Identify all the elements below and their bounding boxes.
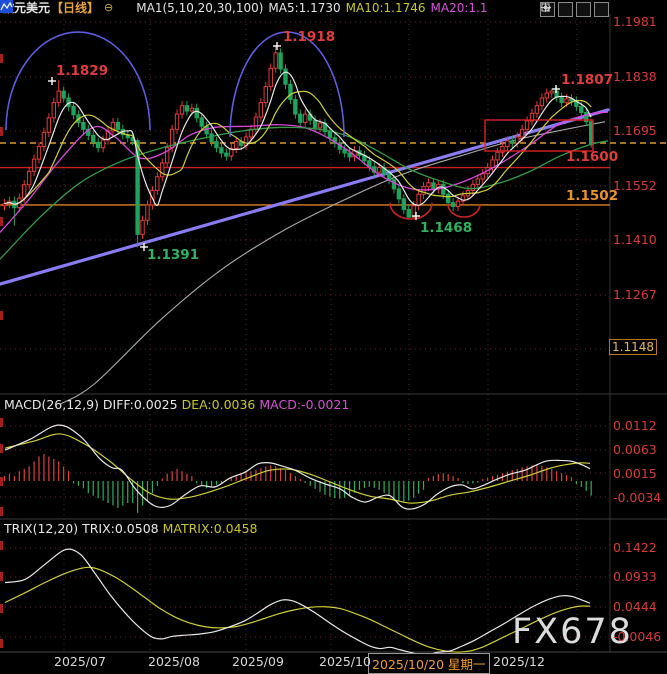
macd-dea-value: DEA:0.0036 [182,397,256,412]
macd-value: MACD:-0.0021 [259,397,349,412]
macd-axis-tick: 0.0015 [613,466,657,481]
price-axis-tick: 1.1410 [613,232,657,247]
trix-axis-tick: -0.0046 [613,629,661,644]
ma100-line [60,122,605,405]
collapse-icon[interactable]: ⊖ [104,1,113,15]
crosshair-price-label: 1.1148 [609,339,657,355]
x-axis-label: 2025/08 [148,654,200,669]
macd-axis-tick: -0.0034 [613,490,661,505]
zoom-out-axis-button[interactable] [576,2,591,17]
ma-settings-label[interactable]: MA1(5,10,20,30,100) [136,1,263,15]
x-axis-label: 2025/09 [232,654,284,669]
annotation-peak-3: 1.1807 [561,72,613,88]
x-axis-label: 2025/07 [54,654,106,669]
macd-diff-line [5,425,590,509]
macd-axis-tick: 0.0112 [613,418,657,433]
price-axis-tick: 1.1267 [613,287,657,302]
x-axis-label: 2025/12 [493,654,545,669]
trix-header: TRIX(12,20) TRIX:0.0508 MATRIX:0.0458 [4,521,258,536]
x-axis-label: 2025/10 [319,654,371,669]
trix-axis-tick: 0.0444 [613,599,657,614]
annotation-low-2: 1.1468 [420,220,472,236]
ma5-value: MA5:1.1730 [268,1,340,15]
annotation-peak-2: 1.1918 [283,29,335,45]
trix-axis-tick: 0.1422 [613,540,657,555]
price-axis-tick: 1.1552 [613,178,657,193]
crosshair-date-label: 2025/10/20 星期一 [368,653,490,674]
trix-params: TRIX(12,20) [4,521,78,536]
exit-fullscreen-button[interactable] [594,2,609,17]
price-axis-tick: 1.1695 [613,123,657,138]
ma20-line [0,112,608,232]
trix-line [5,549,590,655]
ma20-value: MA20:1.1 [431,1,488,15]
macd-axis-tick: 0.0063 [613,442,657,457]
trix-value: TRIX:0.0508 [82,521,159,536]
level-label-1600: 1.1600 [566,149,618,165]
chart-canvas[interactable] [0,0,667,674]
period-label[interactable]: 【日线】 [51,1,99,15]
level-label-1502: 1.1502 [566,188,618,204]
annotation-peak-1: 1.1829 [56,63,108,79]
trading-chart-window: 欧元美元 【日线】 ⊖ MA1(5,10,20,30,100) MA5:1.17… [0,0,667,674]
macd-params: MACD(26,12,9) [4,397,99,412]
price-axis-tick: 1.1981 [613,14,657,29]
grid-layer [0,14,667,652]
toolbar-buttons [540,2,609,17]
matrix-value: MATRIX:0.0458 [163,521,258,536]
trix-axis-tick: 0.0933 [613,569,657,584]
macd-diff-value: DIFF:0.0025 [103,397,178,412]
indicator-chart-icon[interactable] [118,1,131,14]
ma10-value: MA10:1.1746 [346,1,426,15]
trix-matrix-line [5,567,590,652]
macd-header: MACD(26,12,9) DIFF:0.0025 DEA:0.0036 MAC… [4,397,349,412]
price-axis-tick: 1.1838 [613,69,657,84]
zoom-in-axis-button[interactable] [558,2,573,17]
annotation-low-1: 1.1391 [147,247,199,263]
